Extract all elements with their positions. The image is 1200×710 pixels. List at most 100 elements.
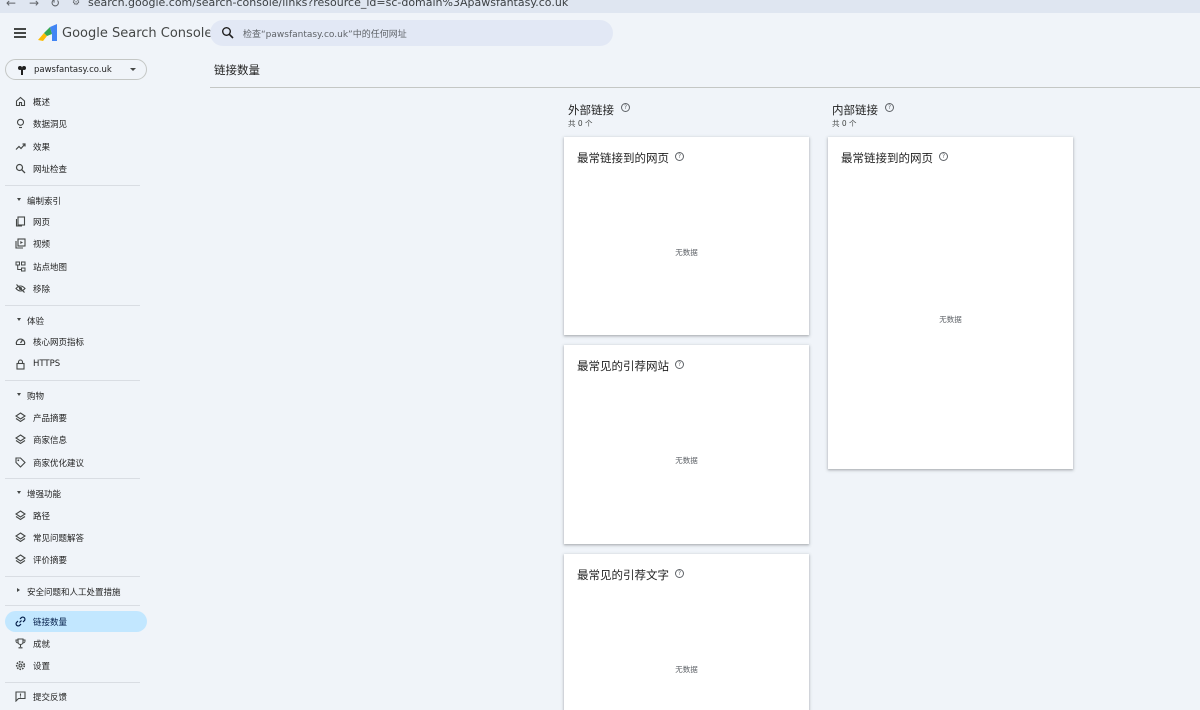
- help-icon[interactable]: ?: [675, 569, 684, 578]
- layers-icon: [15, 434, 26, 445]
- layers-icon: [15, 554, 26, 565]
- sidebar-item-label: 网址检查: [33, 165, 68, 175]
- site-info-icon[interactable]: ⚙: [72, 0, 80, 8]
- sidebar-section-label: 安全问题和人工处置措施: [27, 588, 121, 598]
- sidebar-item-review-snippets[interactable]: 评价摘要: [5, 549, 147, 570]
- property-name: pawsfantasy.co.uk: [34, 65, 112, 75]
- help-icon[interactable]: ?: [675, 152, 684, 161]
- empty-state-text: 无数据: [675, 248, 698, 257]
- sidebar-item-performance[interactable]: 效果: [5, 136, 147, 157]
- sidebar-item-links[interactable]: 链接数量: [5, 611, 147, 632]
- sidebar-item-label: 网页: [33, 218, 51, 228]
- eye-off-icon: [15, 284, 26, 293]
- external-links-total: 共 0 个: [568, 119, 593, 128]
- property-selector[interactable]: pawsfantasy.co.uk: [5, 59, 147, 80]
- lock-icon: [16, 359, 25, 370]
- card-external-top-linking-sites: 最常见的引荐网站 ? 无数据: [564, 345, 809, 544]
- sidebar-item-feedback[interactable]: 提交反馈: [5, 686, 147, 707]
- help-icon[interactable]: ?: [885, 103, 894, 112]
- sidebar-section-shopping[interactable]: 购物: [5, 386, 147, 404]
- sidebar-divider: [5, 185, 140, 186]
- sidebar-item-label: 设置: [33, 662, 51, 672]
- sidebar-item-label: 移除: [33, 285, 51, 295]
- chevron-down-icon: [17, 393, 21, 396]
- layers-icon: [15, 412, 26, 423]
- pages-icon: [15, 216, 26, 227]
- sidebar-item-achievements[interactable]: 成就: [5, 633, 147, 654]
- sidebar-item-label: 成就: [33, 640, 51, 650]
- sidebar-divider: [5, 682, 140, 683]
- sidebar-item-insights[interactable]: 数据洞见: [5, 113, 147, 134]
- chevron-right-icon: [17, 588, 20, 592]
- sidebar-item-label: 链接数量: [33, 618, 68, 628]
- reload-icon[interactable]: ↻: [50, 0, 60, 10]
- search-placeholder[interactable]: 检查“pawsfantasy.co.uk”中的任何网址: [243, 27, 407, 40]
- forward-icon[interactable]: →: [29, 0, 39, 10]
- sidebar-item-removals[interactable]: 移除: [5, 278, 147, 299]
- sitemap-icon: [15, 261, 26, 272]
- sidebar-divider: [5, 605, 140, 606]
- sidebar-item-label: 产品摘要: [33, 414, 68, 424]
- sidebar-divider: [5, 380, 140, 381]
- sidebar-item-sitemaps[interactable]: 站点地图: [5, 256, 147, 277]
- sidebar-section-enhancements[interactable]: 增强功能: [5, 484, 147, 502]
- sidebar-item-pages[interactable]: 网页: [5, 211, 147, 232]
- header-divider: [210, 87, 1200, 88]
- help-icon[interactable]: ?: [621, 103, 630, 112]
- help-icon[interactable]: ?: [939, 152, 948, 161]
- chevron-down-icon: [17, 318, 21, 321]
- layers-icon: [15, 510, 26, 521]
- internal-links-total: 共 0 个: [832, 119, 857, 128]
- app-title: Google Search Console: [62, 26, 213, 41]
- card-title: 最常链接到的网页: [577, 151, 669, 165]
- browser-address-bar: ← → ↻ ⚙ search.google.com/search-console…: [0, 0, 1200, 13]
- main-menu-icon[interactable]: [14, 28, 26, 38]
- sidebar-section-label: 购物: [27, 392, 45, 402]
- tag-icon: [15, 457, 26, 468]
- sidebar-item-product-snippets[interactable]: 产品摘要: [5, 407, 147, 428]
- chevron-down-icon: [17, 491, 21, 494]
- sidebar-section-label: 编制索引: [27, 197, 62, 207]
- card-internal-top-linked-pages: 最常链接到的网页 ? 无数据: [828, 137, 1073, 469]
- sidebar-item-label: 商家优化建议: [33, 459, 85, 469]
- back-icon[interactable]: ←: [6, 0, 16, 10]
- sidebar-item-core-web-vitals[interactable]: 核心网页指标: [5, 331, 147, 352]
- empty-state-text: 无数据: [675, 456, 698, 465]
- video-icon: [15, 238, 26, 249]
- sidebar-item-merchant-opportunities[interactable]: 商家优化建议: [5, 452, 147, 473]
- sidebar-item-settings[interactable]: 设置: [5, 655, 147, 676]
- speed-icon: [15, 338, 26, 346]
- sidebar-section-experience[interactable]: 体验: [5, 311, 147, 329]
- sidebar-section-label: 增强功能: [27, 490, 62, 500]
- help-icon[interactable]: ?: [675, 360, 684, 369]
- trophy-icon: [15, 638, 26, 649]
- property-icon: [18, 66, 26, 75]
- sidebar-item-https[interactable]: HTTPS: [5, 354, 147, 375]
- sidebar-item-label: 路径: [33, 512, 51, 522]
- sidebar-item-label: 站点地图: [33, 263, 68, 273]
- sidebar-item-label: 提交反馈: [33, 693, 68, 703]
- empty-state-text: 无数据: [675, 665, 698, 674]
- home-icon: [15, 96, 26, 107]
- sidebar-item-label: 核心网页指标: [33, 338, 85, 348]
- sidebar-section-indexing[interactable]: 编制索引: [5, 191, 147, 209]
- feedback-icon: [15, 691, 26, 702]
- settings-icon: [15, 660, 26, 671]
- layers-icon: [15, 532, 26, 543]
- search-icon: [222, 27, 234, 39]
- sidebar-item-label: HTTPS: [33, 359, 61, 369]
- sidebar-divider: [5, 478, 140, 479]
- sidebar-item-videos[interactable]: 视频: [5, 233, 147, 254]
- sidebar-section-security[interactable]: 安全问题和人工处置措施: [5, 582, 147, 600]
- sidebar-item-url-inspection[interactable]: 网址检查: [5, 158, 147, 179]
- card-external-top-linking-text: 最常见的引荐文字 ? 无数据: [564, 554, 809, 710]
- sidebar-item-merchant-listings[interactable]: 商家信息: [5, 429, 147, 450]
- external-links-title: 外部链接: [568, 103, 614, 117]
- chevron-down-icon: [130, 68, 136, 71]
- sidebar-item-overview[interactable]: 概述: [5, 91, 147, 112]
- internal-links-title: 内部链接: [832, 103, 878, 117]
- url-inspection-search[interactable]: 检查“pawsfantasy.co.uk”中的任何网址: [210, 20, 613, 46]
- url-text[interactable]: search.google.com/search-console/links?r…: [88, 0, 568, 9]
- sidebar-item-faq[interactable]: 常见问题解答: [5, 527, 147, 548]
- sidebar-item-breadcrumbs[interactable]: 路径: [5, 505, 147, 526]
